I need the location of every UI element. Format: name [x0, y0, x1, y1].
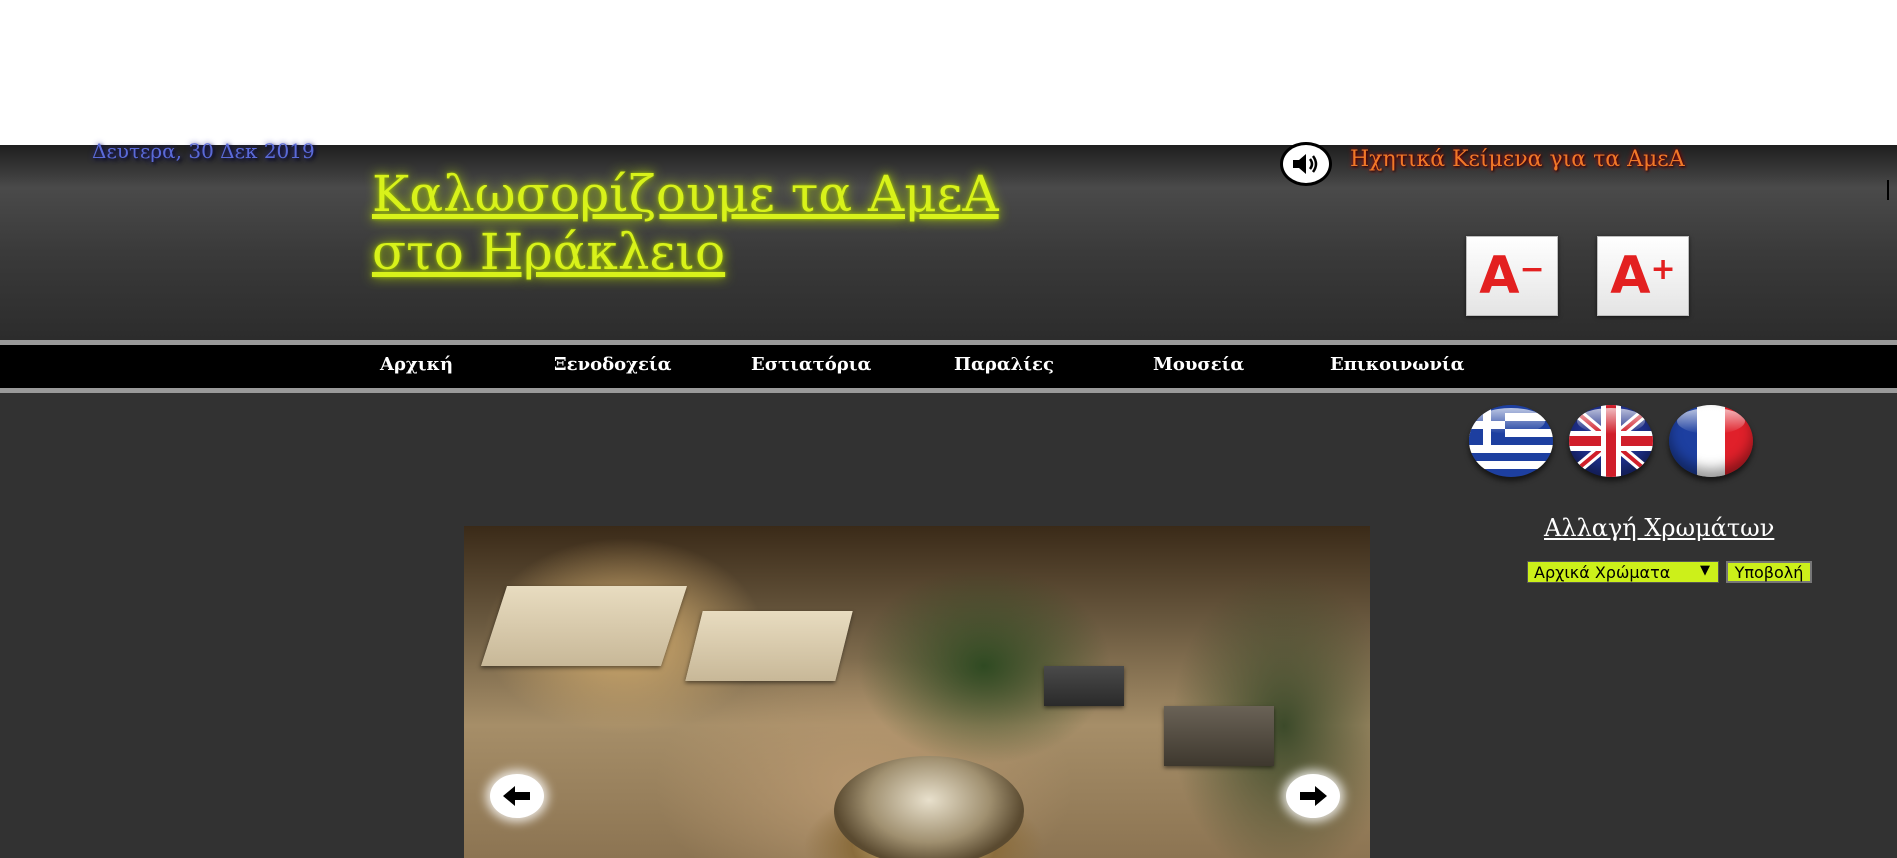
nav-item-contact[interactable]: Επικοινωνία	[1330, 354, 1465, 375]
arrow-left-icon	[503, 786, 530, 806]
nav-item-home[interactable]: Αρχική	[380, 354, 453, 375]
speaker-icon[interactable]	[1280, 142, 1332, 186]
current-date: Δευτερα, 30 Δεκ 2019	[92, 139, 315, 163]
font-decrease-letter: A	[1479, 246, 1520, 306]
page-title[interactable]: Καλωσορίζουμε τα ΑμεΑ στο Ηράκλειο	[372, 165, 1052, 281]
nav-item-hotels[interactable]: Ξενοδοχεία	[554, 354, 671, 375]
main-navigation: Αρχική Ξενοδοχεία Εστιατόρια Παραλίες Μο…	[0, 340, 1897, 393]
submit-button[interactable]: Υποβολή	[1726, 561, 1812, 583]
plus-icon: +	[1650, 251, 1676, 287]
photo-awning	[481, 586, 687, 666]
arrow-right-icon	[1300, 786, 1327, 806]
french-flag-icon[interactable]	[1669, 405, 1753, 477]
slide-next-button[interactable]	[1286, 774, 1340, 818]
edge-marker	[1887, 180, 1889, 200]
minus-icon: −	[1519, 251, 1545, 287]
audio-texts-link[interactable]: Ηχητικά Κείμενα για τα ΑμεΑ	[1350, 147, 1685, 172]
uk-flag-icon[interactable]	[1569, 405, 1653, 477]
nav-item-beaches[interactable]: Παραλίες	[954, 354, 1054, 375]
font-increase-letter: A	[1610, 246, 1651, 306]
photo-slideshow	[464, 526, 1370, 858]
photo-awning	[1044, 666, 1124, 706]
slide-prev-button[interactable]	[490, 774, 544, 818]
nav-item-restaurants[interactable]: Εστιατόρια	[751, 354, 871, 375]
color-scheme-select[interactable]: Αρχικά Χρώματα ▼	[1527, 561, 1719, 583]
color-scheme-selected: Αρχικά Χρώματα	[1534, 562, 1671, 582]
font-increase-button[interactable]: A +	[1597, 236, 1689, 316]
photo-awning	[685, 611, 853, 681]
photo-fountain	[834, 756, 1024, 858]
chevron-down-icon: ▼	[1700, 563, 1710, 578]
nav-item-museums[interactable]: Μουσεία	[1153, 354, 1244, 375]
color-change-heading: Αλλαγή Χρωμάτων	[1544, 514, 1775, 542]
greek-flag-icon[interactable]	[1469, 405, 1553, 477]
font-decrease-button[interactable]: A −	[1466, 236, 1558, 316]
photo-awning	[1164, 706, 1274, 766]
